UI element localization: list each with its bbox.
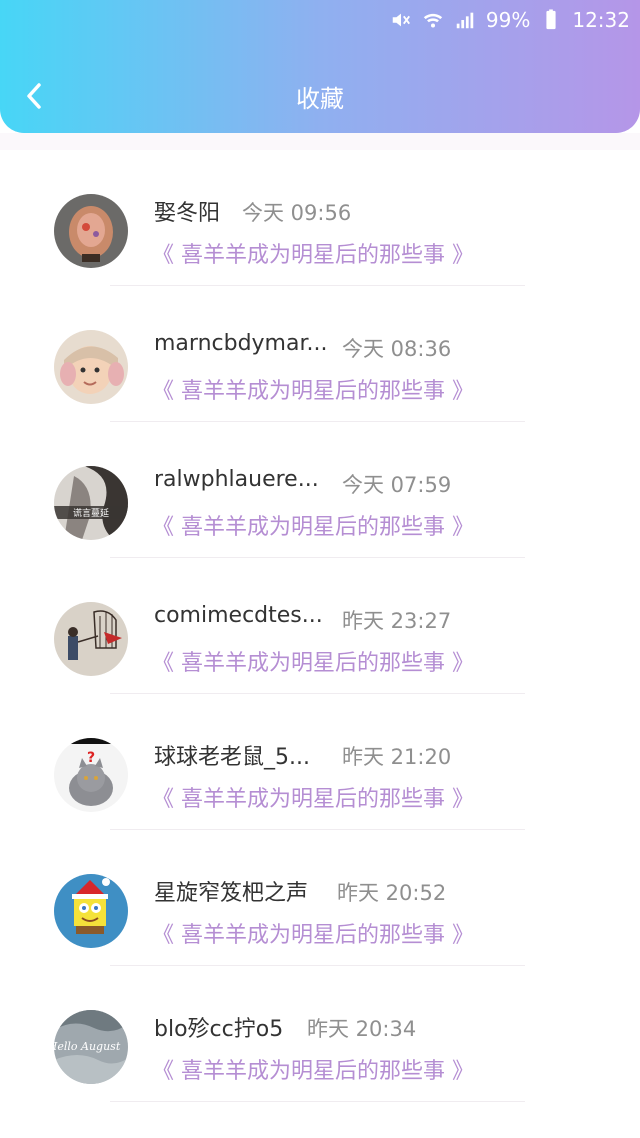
article-link[interactable]: 《 喜羊羊成为明星后的那些事 》 <box>152 917 474 949</box>
user-name: ralwphlauere... <box>154 467 319 492</box>
list-item[interactable]: comimecdtes... 昨天 23:27 《 喜羊羊成为明星后的那些事 》 <box>0 558 640 694</box>
avatar[interactable]: ? <box>54 738 128 812</box>
svg-text:?: ? <box>87 750 95 766</box>
list-item[interactable]: ? 球球老老鼠_5... 昨天 21:20 《 喜羊羊成为明星后的那些事 》 <box>0 694 640 830</box>
avatar[interactable] <box>54 194 128 268</box>
article-link[interactable]: 《 喜羊羊成为明星后的那些事 》 <box>152 781 474 813</box>
avatar[interactable] <box>54 330 128 404</box>
article-link[interactable]: 《 喜羊羊成为明星后的那些事 》 <box>152 237 474 269</box>
list-item[interactable]: 谎言蔓延 ralwphlauere... 今天 07:59 《 喜羊羊成为明星后… <box>0 422 640 558</box>
list-item[interactable]: Hello August blo殄cc拧o5 昨天 20:34 《 喜羊羊成为明… <box>0 966 640 1102</box>
user-name: comimecdtes... <box>154 603 323 628</box>
favorite-time: 昨天 20:52 <box>337 881 447 905</box>
wifi-icon <box>423 13 443 28</box>
article-link[interactable]: 《 喜羊羊成为明星后的那些事 》 <box>152 509 474 541</box>
avatar[interactable] <box>54 874 128 948</box>
list-top-shade <box>0 133 640 150</box>
status-bar: 99% 12:32 <box>390 4 630 36</box>
favorite-time: 昨天 20:34 <box>307 1017 417 1041</box>
article-link[interactable]: 《 喜羊羊成为明星后的那些事 》 <box>152 373 474 405</box>
favorite-time: 昨天 23:27 <box>342 609 452 633</box>
avatar-caption: 谎言蔓延 <box>73 507 109 519</box>
list-item[interactable]: marncbdymar... 今天 08:36 《 喜羊羊成为明星后的那些事 》 <box>0 286 640 422</box>
favorite-time: 今天 07:59 <box>342 473 452 497</box>
clock: 12:32 <box>572 8 630 32</box>
avatar[interactable]: Hello August <box>54 1010 128 1084</box>
mute-icon <box>392 13 410 27</box>
favorite-time: 今天 08:36 <box>342 337 452 361</box>
battery-percent: 99% <box>485 8 531 32</box>
user-name: 球球老老鼠_5... <box>154 745 310 770</box>
app-header: 99% 12:32 收藏 <box>0 0 640 133</box>
article-link[interactable]: 《 喜羊羊成为明星后的那些事 》 <box>152 645 474 677</box>
signal-icon <box>456 12 474 29</box>
list-item[interactable]: 星旋窄笈杷之声 昨天 20:52 《 喜羊羊成为明星后的那些事 》 <box>0 830 640 966</box>
list-item[interactable]: 娶冬阳 今天 09:56 《 喜羊羊成为明星后的那些事 》 <box>0 150 640 286</box>
article-link[interactable]: 《 喜羊羊成为明星后的那些事 》 <box>152 1053 474 1085</box>
user-name: marncbdymar... <box>154 331 328 356</box>
user-name: blo殄cc拧o5 <box>154 1017 284 1042</box>
page-title: 收藏 <box>296 85 344 113</box>
battery-icon <box>546 9 556 30</box>
divider <box>110 1101 525 1102</box>
favorite-time: 昨天 21:20 <box>342 745 452 769</box>
favorite-time: 今天 09:56 <box>242 201 352 225</box>
favorites-list: 娶冬阳 今天 09:56 《 喜羊羊成为明星后的那些事 》 marncbdyma… <box>0 150 640 1138</box>
avatar-caption: Hello August <box>54 1040 121 1053</box>
avatar[interactable]: 谎言蔓延 <box>54 466 128 540</box>
user-name: 星旋窄笈杷之声 <box>154 881 309 906</box>
user-name: 娶冬阳 <box>154 201 221 226</box>
avatar[interactable] <box>54 602 128 676</box>
